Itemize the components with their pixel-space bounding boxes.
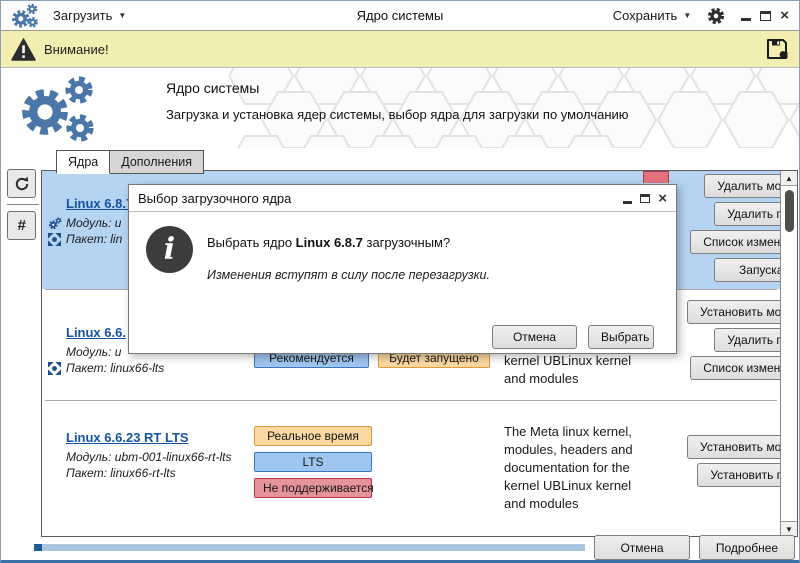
dialog-note: Изменения вступят в силу после перезагру…	[207, 268, 490, 282]
hash-button[interactable]: #	[7, 211, 36, 240]
kernel-tags: Реальное время LTS Не поддерживается	[254, 401, 504, 519]
settings-gear-icon[interactable]	[707, 7, 725, 25]
dialog-cancel-button[interactable]: Отмена	[492, 325, 577, 349]
save-floppy-icon[interactable]	[765, 37, 789, 61]
tag-lts: LTS	[254, 452, 372, 472]
tag-realtime: Реальное время	[254, 426, 372, 446]
progress-bar	[34, 544, 585, 551]
package-icon	[47, 362, 62, 375]
gears-logo-icon	[17, 74, 103, 148]
hash-icon: #	[17, 217, 25, 234]
load-menu-label: Загрузить	[53, 8, 112, 23]
load-menu[interactable]: Загрузить ▼	[53, 8, 126, 23]
warning-bar: Внимание!	[1, 31, 799, 68]
toolbar-divider	[7, 204, 39, 205]
maximize-icon[interactable]	[640, 194, 650, 203]
minimize-icon[interactable]	[741, 18, 751, 21]
remove-module-button[interactable]: Удалить модуль	[704, 174, 780, 198]
cancel-button[interactable]: Отмена	[594, 535, 690, 560]
scrollbar-thumb[interactable]	[785, 190, 794, 232]
dialog-title: Выбор загрузочного ядра	[138, 191, 291, 206]
module-label: Модуль: ubm-001-linux66-rt-lts	[66, 450, 232, 464]
close-icon[interactable]: ×	[780, 8, 789, 23]
footer: Отмена Подробнее	[1, 538, 800, 562]
progress-fill	[34, 544, 42, 551]
warning-icon	[11, 38, 36, 61]
vertical-scrollbar[interactable]: ▲ ▼	[780, 171, 797, 536]
kernel-actions: Установить модуль Установить пакет	[668, 401, 780, 519]
close-icon[interactable]: ×	[658, 191, 667, 206]
boot-kernel-dialog: Выбор загрузочного ядра × i Выбрать ядро…	[128, 184, 677, 354]
tab-bar: Ядра Дополнения	[1, 148, 799, 174]
app-window: Загрузить ▼ Ядро системы Сохранить ▼ ×	[0, 0, 800, 563]
kernel-link[interactable]: Linux 6.6.	[66, 325, 126, 340]
minimize-icon[interactable]	[623, 201, 632, 204]
install-module-button[interactable]: Установить модуль	[687, 300, 780, 324]
install-module-button[interactable]: Установить модуль	[687, 435, 780, 459]
kernel-actions: Установить модуль Удалить пакет Список и…	[668, 290, 780, 400]
chevron-down-icon: ▼	[683, 12, 691, 20]
kernel-actions: Удалить модуль Удалить пакет Список изме…	[668, 171, 780, 289]
package-label: Пакет: linux66-lts	[66, 361, 164, 375]
scroll-down-icon[interactable]: ▼	[781, 521, 797, 536]
kernel-row-linux-6-6-23-rt-lts[interactable]: Linux 6.6.23 RT LTS Модуль: ubm-001-linu…	[42, 401, 780, 519]
kernel-link[interactable]: Linux 6.8.7	[66, 196, 133, 211]
page-header: Ядро системы Загрузка и установка ядер с…	[1, 68, 799, 148]
page-title: Ядро системы	[166, 80, 629, 96]
dialog-titlebar: Выбор загрузочного ядра ×	[129, 185, 676, 212]
titlebar: Загрузить ▼ Ядро системы Сохранить ▼ ×	[1, 1, 799, 31]
run-button[interactable]: Запускать	[714, 258, 780, 282]
remove-package-button[interactable]: Удалить пакет	[714, 202, 780, 226]
left-toolbar: #	[7, 169, 39, 240]
chevron-down-icon: ▼	[118, 12, 126, 20]
remove-package-button[interactable]: Удалить пакет	[714, 328, 780, 352]
info-icon: i	[146, 226, 193, 273]
details-button[interactable]: Подробнее	[699, 535, 795, 560]
module-icon	[47, 217, 62, 230]
app-logo-gears-icon	[11, 3, 39, 29]
install-package-button[interactable]: Установить пакет	[697, 463, 780, 487]
maximize-icon[interactable]	[760, 11, 771, 21]
tab-kernels[interactable]: Ядра	[56, 150, 110, 174]
package-icon	[47, 233, 62, 246]
warning-label: Внимание!	[44, 42, 109, 57]
refresh-icon	[14, 176, 30, 192]
package-label: Пакет: lin	[66, 232, 122, 246]
kernel-link[interactable]: Linux 6.6.23 RT LTS	[66, 430, 189, 445]
module-label: Модуль: u	[66, 216, 121, 230]
tab-addons[interactable]: Дополнения	[109, 150, 204, 174]
changelog-button[interactable]: Список изменений	[690, 356, 780, 380]
dialog-confirm-button[interactable]: Выбрать	[588, 325, 654, 349]
dialog-kernel-name: Linux 6.8.7	[296, 235, 363, 250]
tag-unsupported: Не поддерживается	[254, 478, 372, 498]
save-menu[interactable]: Сохранить ▼	[613, 8, 692, 23]
changelog-button[interactable]: Список изменений	[690, 230, 780, 254]
package-label: Пакет: linux66-rt-lts	[66, 466, 176, 480]
kernel-description: The Meta linux kernel, modules, headers …	[504, 401, 656, 519]
dialog-message: Выбрать ядро Linux 6.8.7 загрузочным?	[207, 235, 450, 250]
module-label: Модуль: u	[66, 345, 121, 359]
page-subtitle: Загрузка и установка ядер системы, выбор…	[166, 107, 629, 122]
save-menu-label: Сохранить	[613, 8, 678, 23]
